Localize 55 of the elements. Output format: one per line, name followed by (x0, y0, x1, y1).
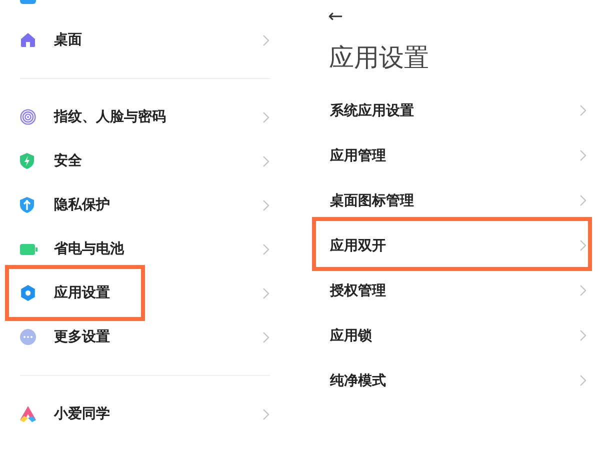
chevron-icon (580, 195, 586, 206)
back-button[interactable]: ← (328, 6, 344, 26)
chevron-icon (580, 285, 586, 296)
settings-item[interactable]: 小爱同学 (0, 392, 300, 436)
chevron-icon (580, 150, 586, 161)
chevron-icon (263, 200, 269, 210)
chevron-icon (263, 244, 269, 254)
item-label: 应用管理 (330, 146, 387, 164)
settings-item[interactable]: 系统应用设置 (300, 88, 600, 133)
settings-item[interactable]: 应用管理 (300, 133, 600, 178)
chevron-icon (263, 332, 269, 342)
triangle-logo-icon (20, 406, 36, 422)
item-label: 省电与电池 (54, 240, 126, 258)
house-icon (20, 32, 36, 48)
settings-item[interactable]: 省电与电池 (0, 227, 300, 271)
page-title: 应用设置 (328, 42, 430, 74)
chevron-icon (263, 408, 269, 420)
gear-icon (20, 285, 36, 301)
settings-item[interactable]: 更多设置 (0, 315, 300, 359)
more-icon (20, 329, 36, 345)
item-label: 桌面 (54, 31, 83, 49)
item-label: 安全 (54, 152, 83, 170)
chevron-icon (263, 288, 269, 298)
battery-icon (20, 244, 38, 254)
item-label: 应用锁 (330, 326, 373, 344)
settings-item[interactable]: 隐私保护 (0, 183, 300, 227)
item-label: 更多设置 (54, 328, 111, 346)
item-label: 隐私保护 (54, 196, 111, 214)
fingerprint-icon (20, 109, 36, 125)
item-label: 小爱同学 (54, 405, 111, 423)
chevron-icon (580, 105, 586, 116)
item-label: 应用设置 (54, 284, 111, 302)
settings-item[interactable]: 指纹、人脸与密码 (0, 95, 300, 139)
settings-item[interactable]: 安全 (0, 139, 300, 183)
item-label: 应用双开 (330, 236, 387, 254)
chevron-icon (580, 240, 586, 251)
shield-icon (20, 197, 34, 213)
shield-icon (20, 153, 34, 169)
chevron-icon (263, 34, 269, 46)
settings-item[interactable]: 授权管理 (300, 268, 600, 313)
item-label: 纯净模式 (330, 372, 387, 390)
item-label: 系统应用设置 (330, 102, 415, 120)
chevron-icon (580, 330, 586, 341)
settings-item[interactable]: 应用设置 (0, 271, 300, 315)
item-label: 桌面图标管理 (330, 192, 415, 210)
settings-item[interactable]: 桌面 (0, 18, 300, 62)
chevron-icon (263, 112, 269, 122)
settings-item[interactable]: 桌面图标管理 (300, 178, 600, 223)
settings-item[interactable]: 应用锁 (300, 313, 600, 358)
chevron-icon (580, 375, 586, 386)
item-label: 授权管理 (330, 282, 387, 300)
chevron-icon (263, 156, 269, 166)
settings-item[interactable]: 纯净模式 (300, 358, 600, 403)
settings-item[interactable]: 应用双开 (300, 223, 600, 268)
item-label: 指纹、人脸与密码 (54, 108, 167, 126)
